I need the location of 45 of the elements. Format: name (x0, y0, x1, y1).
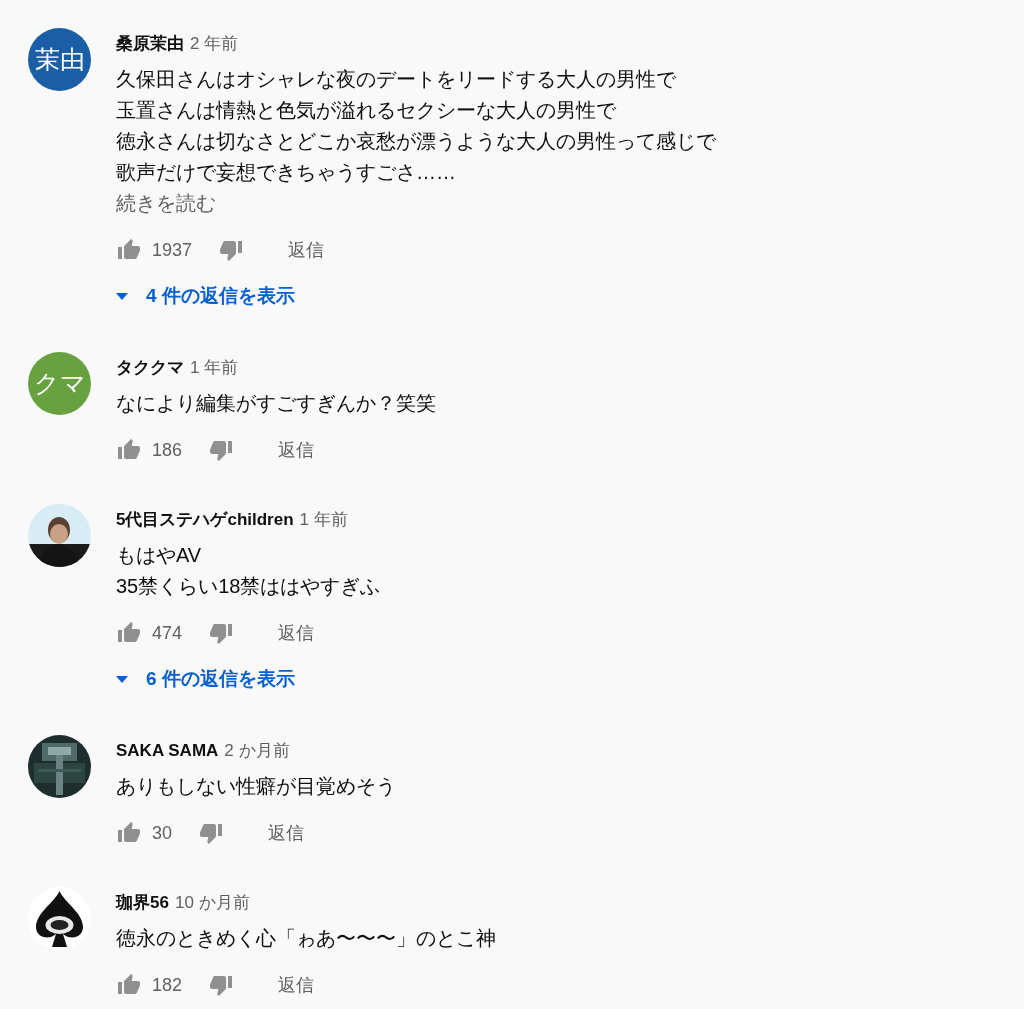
caret-icon (116, 292, 128, 300)
thumbs-up-icon (117, 821, 141, 845)
like-count: 186 (152, 439, 183, 461)
comment-text: なにより編集がすごすぎんか？笑笑 (116, 391, 436, 416)
thumbs-down-icon (209, 438, 234, 462)
timestamp[interactable]: 10 か月前 (174, 891, 250, 915)
comment-text: 玉置さんは情熱と色気が溢れるセクシーな大人の男性で (116, 98, 617, 123)
author-name[interactable]: タククマ (116, 356, 184, 380)
author-name[interactable]: 珈界56 (116, 891, 169, 915)
thumbs-up-icon (117, 238, 141, 262)
reply-button[interactable]: 返信 (278, 967, 315, 1003)
thumbs-down-icon (209, 973, 234, 997)
reply-button[interactable]: 返信 (268, 815, 305, 851)
thumbs-down-icon (199, 821, 224, 845)
like-count: 474 (152, 622, 183, 644)
avatar[interactable]: 茉由 (28, 28, 91, 91)
comment-text: 徳永さんは切なさとどこか哀愁が漂うような大人の男性って感じで (116, 129, 716, 154)
comment-text: 徳永のときめく心「ゎあ〜〜〜」のとこ神 (116, 926, 496, 951)
thumbs-up-icon (117, 621, 141, 645)
thumbs-up-icon (117, 438, 141, 462)
author-name[interactable]: 5代目ステハゲchildren (116, 508, 294, 532)
like-count: 1937 (152, 239, 193, 261)
caret-icon (116, 675, 128, 683)
view-replies-button[interactable]: 6 件の返信を表示 (116, 659, 295, 699)
author-name[interactable]: 桑原茉由 (116, 32, 184, 56)
timestamp[interactable]: 2 か月前 (224, 739, 290, 763)
comment-text: もはやAV (116, 543, 203, 568)
author-name[interactable]: SAKA SAMA (116, 739, 219, 763)
reply-button[interactable]: 返信 (278, 615, 315, 651)
reply-button[interactable]: 返信 (278, 432, 315, 468)
comment-text: 久保田さんはオシャレな夜のデートをリードする大人の男性で (116, 67, 677, 92)
thumbs-down-icon (209, 621, 234, 645)
like-count: 182 (152, 974, 183, 996)
comment-text: 35禁くらい18禁ははやすぎふ (116, 574, 381, 599)
timestamp[interactable]: 1 年前 (190, 356, 239, 380)
reply-button[interactable]: 返信 (288, 232, 325, 268)
read-more-link[interactable]: 続きを読む (116, 188, 216, 219)
like-count: 30 (152, 822, 173, 844)
thumbs-down-icon (219, 238, 244, 262)
timestamp[interactable]: 1 年前 (299, 508, 348, 532)
comment-text: ありもしない性癖が目覚めそう (116, 774, 396, 799)
view-replies-button[interactable]: 4 件の返信を表示 (116, 276, 295, 316)
comment-text: 歌声だけで妄想できちゃうすごさ…… (116, 160, 457, 185)
timestamp[interactable]: 2 年前 (190, 32, 239, 56)
thumbs-up-icon (117, 973, 141, 997)
